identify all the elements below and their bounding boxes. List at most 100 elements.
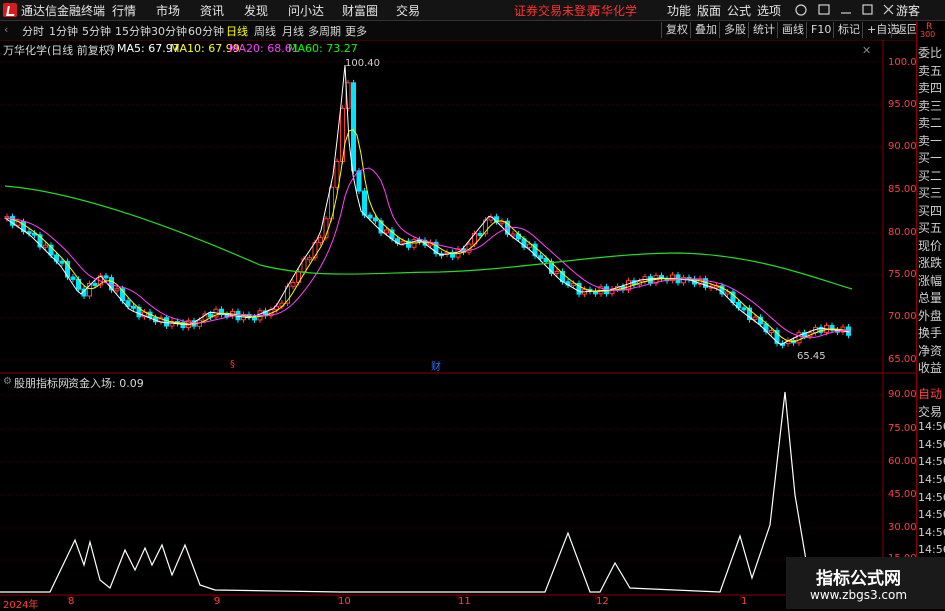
stats-button[interactable]: 统计: [748, 22, 779, 38]
x-axis-label: 9: [214, 596, 221, 607]
overlay-button[interactable]: 叠加: [690, 22, 721, 38]
collapse-arrow-icon[interactable]: ‹: [4, 23, 8, 36]
axis-tick: 95.00: [888, 99, 917, 110]
axis-tick: 70.00: [888, 311, 917, 322]
menu-quotes[interactable]: 行情: [112, 2, 136, 19]
side-field-label: 卖一: [918, 133, 943, 148]
side-field-label: 换手: [918, 326, 943, 340]
candle-body: [741, 307, 747, 311]
low-price-label: 65.45: [797, 351, 826, 362]
draw-button[interactable]: 画线: [777, 22, 808, 38]
top-stock-name: 万华化学: [589, 4, 638, 18]
sub-settings-icon[interactable]: ⚙: [3, 376, 12, 387]
menu-bar: 通达信金融终端 行情 市场 资讯 发现 问小达 财富圈 交易 证券交易未登录 万…: [0, 0, 945, 21]
menu-layout[interactable]: 版面: [697, 2, 721, 19]
mark-button[interactable]: 标记: [833, 22, 864, 38]
side-field-label: 总量: [918, 291, 943, 305]
candle-body: [752, 316, 758, 321]
side-tick-time: 14:56: [918, 525, 945, 539]
axis-tick: 90.00: [888, 141, 917, 152]
menu-trade[interactable]: 交易: [396, 2, 420, 19]
login-notice[interactable]: 证券交易未登录: [514, 2, 598, 19]
support-icon: [795, 4, 807, 16]
app-title: 通达信金融终端: [21, 4, 106, 18]
period-toolbar: ‹ 分时 1分钟 5分钟 15分钟 30分钟 60分钟 日线 周线 月线 多周期…: [0, 21, 945, 41]
period-5min[interactable]: 5分钟: [82, 23, 111, 39]
menu-options[interactable]: 选项: [757, 2, 781, 19]
side-tick-time: 14:56: [918, 473, 945, 486]
ma-line: [4, 167, 850, 339]
candle-body: [400, 240, 406, 244]
axis-tick: 85.00: [888, 184, 917, 195]
candle-body: [362, 190, 367, 216]
candle-body: [384, 229, 389, 234]
event-marker-finance[interactable]: 财: [431, 358, 441, 373]
watermark-title: 指标公式网: [816, 569, 901, 589]
candle-body: [356, 170, 362, 192]
candle-body: [527, 243, 532, 248]
event-marker-s[interactable]: §: [230, 359, 235, 370]
menu-function[interactable]: 功能: [667, 2, 691, 19]
side-tick-time: 14:56: [918, 508, 945, 522]
candle-body: [252, 316, 257, 321]
side-field-label: 买五: [918, 221, 943, 235]
candle-body: [318, 237, 323, 244]
candle-body: [554, 271, 560, 275]
screen-icon: [818, 4, 830, 15]
axis-tick: 65.00: [888, 354, 917, 365]
axis-tick: 75.00: [888, 269, 917, 280]
candle-body: [769, 330, 774, 334]
period-tick[interactable]: 分时: [22, 23, 44, 39]
side-field-label: 卖四: [918, 81, 943, 95]
axis-tick: 80.00: [888, 227, 917, 238]
candle-body: [92, 283, 98, 287]
menu-market[interactable]: 市场: [156, 2, 180, 19]
candle-body: [373, 217, 378, 222]
sub-axis-tick: 60.00: [888, 456, 917, 467]
menu-news[interactable]: 资讯: [200, 2, 224, 19]
app-logo-icon: [3, 3, 17, 17]
period-30min[interactable]: 30分钟: [151, 23, 187, 39]
side-field-label: 净资: [918, 343, 943, 358]
period-15min[interactable]: 15分钟: [115, 23, 151, 39]
candle-body: [59, 260, 65, 264]
candle-body: [796, 332, 802, 344]
user-guest[interactable]: 游客: [896, 2, 920, 19]
side-trade-label[interactable]: 交易: [918, 403, 942, 420]
adjust-button[interactable]: 复权: [661, 22, 692, 38]
sub-axis-tick: 90.00: [888, 389, 917, 400]
period-60min[interactable]: 60分钟: [188, 23, 224, 39]
candle-body: [103, 275, 109, 279]
x-axis-label: 10: [338, 596, 351, 607]
candle-body: [367, 214, 373, 219]
period-weekly[interactable]: 周线: [254, 23, 276, 39]
candle-body: [725, 291, 730, 295]
f10-button[interactable]: F10: [806, 22, 835, 38]
side-tick-time: 14:56: [918, 455, 945, 469]
kline-chart-area[interactable]: [0, 40, 916, 609]
side-field-label: 买一: [918, 151, 943, 165]
menu-formula[interactable]: 公式: [727, 2, 751, 19]
candle-body: [307, 257, 312, 261]
period-monthly[interactable]: 月线: [282, 23, 304, 39]
candle-body: [114, 288, 120, 292]
side-field-label: 买二: [918, 168, 943, 183]
candle-body: [351, 82, 356, 172]
side-tick-time: 14:56: [918, 420, 945, 434]
side-field-label: 涨幅: [918, 273, 943, 288]
sub-chart-title: 股朋指标网: [14, 377, 69, 390]
menu-wealth[interactable]: 财富圈: [342, 2, 378, 19]
period-daily[interactable]: 日线: [226, 23, 248, 39]
menu-discover[interactable]: 发现: [244, 2, 268, 19]
axis-tick: 100.0: [888, 57, 917, 68]
ma60-line: [4, 185, 853, 290]
period-multi[interactable]: 多周期: [308, 23, 341, 39]
menu-ask[interactable]: 问小达: [288, 2, 324, 19]
period-more[interactable]: 更多: [345, 23, 367, 39]
period-1min[interactable]: 1分钟: [49, 23, 78, 39]
multi-stock-button[interactable]: 多股: [719, 22, 750, 38]
x-axis-label: 1: [741, 596, 748, 607]
window-controls: [795, 4, 894, 16]
ma-line: [4, 129, 850, 343]
side-trade-label[interactable]: 自动: [918, 385, 942, 402]
